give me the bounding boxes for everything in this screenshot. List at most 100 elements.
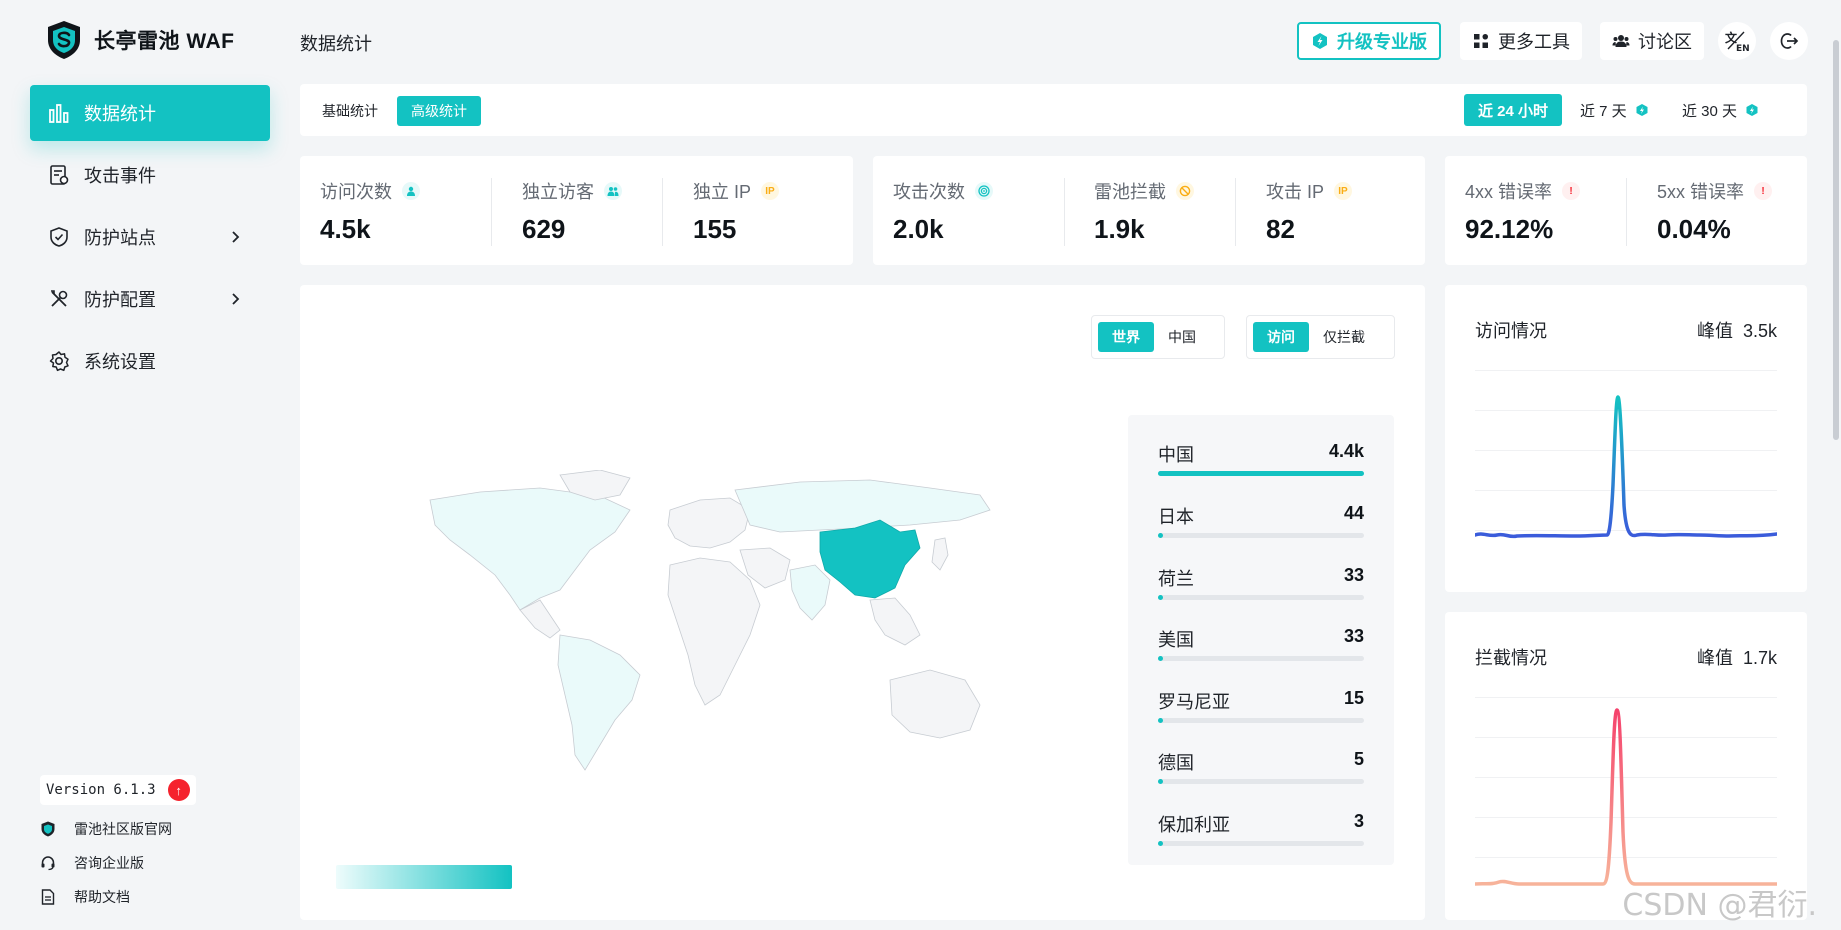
alert-icon: ! — [1562, 182, 1581, 200]
country-value: 5 — [1353, 749, 1364, 769]
enterprise-consult-link[interactable]: 咨询企业版 — [40, 853, 196, 873]
upgrade-pro-button[interactable]: 升级专业版 — [1297, 22, 1441, 60]
more-tools-button[interactable]: 更多工具 — [1460, 22, 1582, 60]
users-icon — [1612, 32, 1630, 50]
country-value: 33 — [1343, 626, 1364, 646]
ranking-bar-fill — [1158, 656, 1163, 661]
country-value: 44 — [1343, 503, 1364, 523]
apps-icon — [1472, 32, 1490, 50]
scope-world[interactable]: 世界 — [1098, 322, 1154, 352]
sidebar-nav: 数据统计 攻击事件 防护站点 防护配置 系统设置 — [30, 85, 270, 395]
logo-shield-icon — [48, 21, 80, 59]
ranking-bar-fill — [1158, 595, 1163, 600]
stat-label: 5xx 错误率 — [1657, 182, 1745, 202]
stat-label: 4xx 错误率 — [1465, 182, 1553, 202]
country-value: 33 — [1343, 565, 1364, 585]
upgrade-label: 升级专业版 — [1337, 32, 1427, 52]
headset-icon — [40, 855, 56, 871]
mode-visits[interactable]: 访问 — [1253, 322, 1309, 352]
sidebar-item-label: 防护站点 — [84, 228, 156, 248]
version-text: Version 6.1.3 — [46, 782, 156, 798]
sidebar-item-protection-config[interactable]: 防护配置 — [30, 271, 270, 327]
country-name: 荷兰 — [1158, 569, 1194, 589]
document-icon — [48, 164, 70, 186]
visits-chart-card: 访问情况 峰值 3.5k — [1445, 285, 1807, 592]
country-value: 15 — [1343, 688, 1364, 708]
chart-peak: 峰值 3.5k — [1697, 317, 1777, 343]
range-label: 近 24 小时 — [1478, 102, 1549, 120]
forum-button[interactable]: 讨论区 — [1600, 22, 1704, 60]
sidebar-item-protected-sites[interactable]: 防护站点 — [30, 209, 270, 265]
map-region-south-america — [557, 634, 641, 771]
logout-button[interactable] — [1770, 22, 1808, 60]
range-label: 近 7 天 — [1580, 102, 1627, 120]
app-title: 长亭雷池 WAF — [94, 30, 235, 53]
shield-icon — [48, 226, 70, 248]
chart-title: 访问情况 — [1475, 321, 1547, 341]
visits-series-line — [1475, 395, 1777, 539]
bar-chart-icon — [48, 102, 70, 124]
chart-peak: 峰值 1.7k — [1697, 644, 1777, 670]
version-badge[interactable]: Version 6.1.3 ↑ — [40, 775, 196, 805]
tools-icon — [48, 288, 70, 310]
range-24h[interactable]: 近 24 小时 — [1464, 94, 1563, 126]
brand[interactable]: 长亭雷池 WAF — [46, 20, 235, 60]
country-name: 罗马尼亚 — [1158, 692, 1230, 712]
stat-label: 访问次数 — [320, 182, 392, 202]
map-region-africa — [667, 557, 761, 706]
tab-basic-stats[interactable]: 基础统计 — [308, 96, 392, 126]
map-region-japan — [931, 537, 949, 571]
country-name: 德国 — [1158, 753, 1194, 773]
stat-value: 4.5k — [320, 214, 371, 244]
sidebar-item-label: 数据统计 — [84, 104, 156, 124]
scrollbar-thumb[interactable] — [1833, 40, 1839, 440]
error-rate-card: 4xx 错误率 ! 92.12% 5xx 错误率 ! 0.04% — [1445, 156, 1807, 265]
range-30d[interactable]: 近 30 天 — [1668, 94, 1773, 126]
stat-value: 92.12% — [1465, 214, 1554, 244]
sidebar-item-attack-events[interactable]: 攻击事件 — [30, 147, 270, 203]
divider — [1235, 178, 1236, 246]
scope-china[interactable]: 中国 — [1154, 322, 1210, 352]
logout-icon — [1780, 33, 1799, 49]
map-region-china — [819, 519, 921, 599]
peak-label: 峰值 — [1696, 321, 1733, 341]
gridline — [1475, 370, 1777, 371]
language-switch-button[interactable]: 文 EN — [1718, 22, 1756, 60]
country-value: 4.4k — [1328, 441, 1364, 461]
more-tools-label: 更多工具 — [1498, 32, 1570, 52]
divider — [491, 178, 492, 246]
map-region-russia — [734, 479, 991, 533]
peak-value: 1.7k — [1742, 648, 1777, 668]
ranking-bar-fill — [1158, 841, 1163, 846]
sidebar-item-label: 攻击事件 — [84, 166, 156, 186]
file-icon — [40, 889, 56, 905]
pro-badge-icon — [1746, 104, 1758, 116]
divider — [1064, 178, 1065, 246]
blocks-line-chart[interactable] — [1475, 702, 1777, 902]
sidebar-link-label: 帮助文档 — [74, 889, 130, 905]
ranking-bar-track — [1158, 533, 1364, 538]
community-site-link[interactable]: 雷池社区版官网 — [40, 819, 196, 839]
stat-value: 2.0k — [893, 214, 944, 244]
stat-value: 0.04% — [1657, 214, 1731, 244]
mode-blocked-only[interactable]: 仅拦截 — [1309, 322, 1379, 352]
pro-badge-icon — [1311, 32, 1329, 50]
update-alert-icon[interactable]: ↑ — [167, 779, 190, 801]
sidebar-item-stats[interactable]: 数据统计 — [30, 85, 270, 141]
pro-badge-icon — [1636, 104, 1648, 116]
country-ranking-panel: 中国 4.4k 日本 44 荷兰 33 美国 33 罗马尼亚 15 德国 5 保… — [1128, 415, 1394, 865]
tab-advanced-stats[interactable]: 高级统计 — [397, 96, 481, 126]
range-7d[interactable]: 近 7 天 — [1566, 94, 1663, 126]
sidebar-item-system-settings[interactable]: 系统设置 — [30, 333, 270, 389]
page-scrollbar[interactable] — [1831, 0, 1841, 930]
visits-line-chart[interactable] — [1475, 375, 1777, 575]
map-region-southeast-asia — [869, 597, 921, 646]
world-map[interactable] — [400, 470, 1000, 785]
map-mode-switch: 访问 仅拦截 — [1246, 315, 1395, 359]
gridline — [1475, 697, 1777, 698]
forum-label: 讨论区 — [1638, 32, 1692, 52]
country-name: 中国 — [1158, 445, 1194, 465]
country-name: 日本 — [1158, 507, 1194, 527]
block-icon — [1176, 182, 1194, 200]
help-docs-link[interactable]: 帮助文档 — [40, 887, 196, 907]
